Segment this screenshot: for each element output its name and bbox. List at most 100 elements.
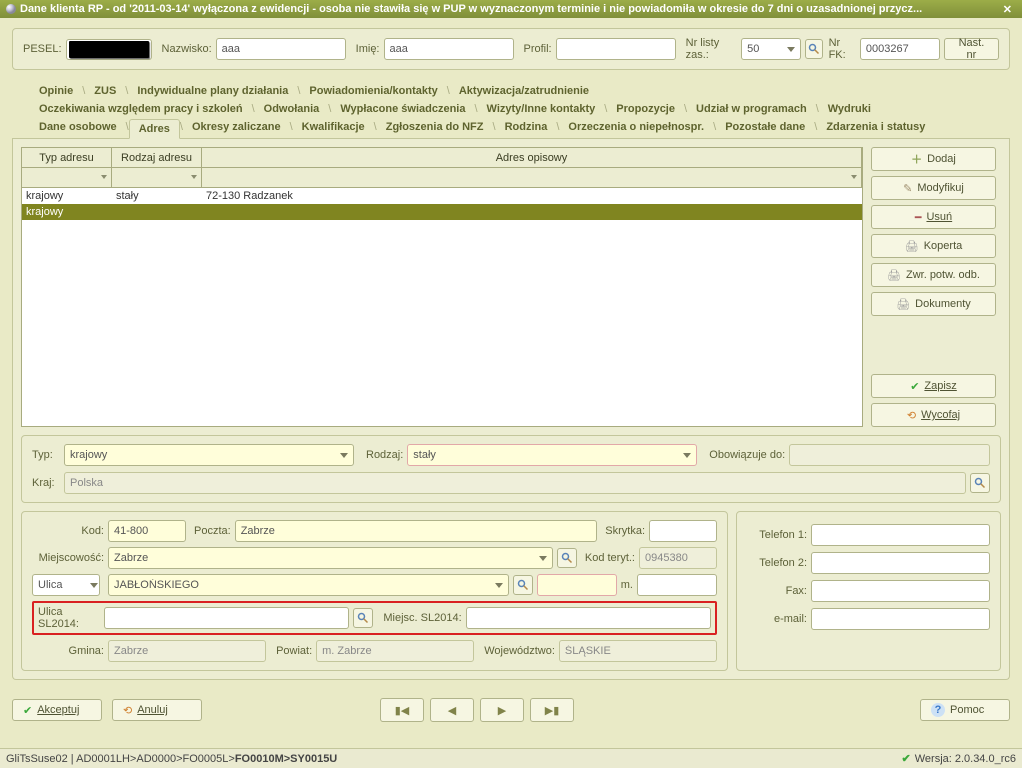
column-header[interactable]: Rodzaj adresu: [112, 148, 202, 168]
miejscowosc-label: Miejscowość:: [32, 552, 104, 564]
column-filter[interactable]: [22, 168, 112, 188]
tab-odwołania[interactable]: Odwołania: [255, 100, 329, 118]
kraj-field: [64, 472, 966, 494]
tab-wizyty-inne-kontakty[interactable]: Wizyty/Inne kontakty: [478, 100, 605, 118]
ulicasl-field[interactable]: [104, 607, 349, 629]
woj-label: Województwo:: [484, 645, 555, 657]
ulica-search-icon[interactable]: [513, 575, 533, 595]
nrlisty-label: Nr listy zas.:: [686, 37, 737, 61]
email-field[interactable]: [811, 608, 990, 630]
column-filter[interactable]: [112, 168, 202, 188]
miejscowosc-select[interactable]: [108, 547, 553, 569]
tab-udział-w-programach[interactable]: Udział w programach: [687, 100, 816, 118]
nav-prev-button[interactable]: ◀: [430, 698, 474, 722]
miejscowosc-search-icon[interactable]: [557, 548, 577, 568]
nrlisty-search-icon[interactable]: [805, 39, 822, 59]
gmina-label: Gmina:: [32, 645, 104, 657]
nav-first-button[interactable]: ▮◀: [380, 698, 424, 722]
tab-rodzina[interactable]: Rodzina: [496, 118, 557, 138]
pesel-field[interactable]: [69, 41, 149, 58]
type-panel: Typ: Rodzaj: Obowiązuje do: Kraj:: [21, 435, 1001, 503]
tabs-container: Opinie\ZUS\Indywidualne plany działania\…: [12, 82, 1010, 680]
m-field[interactable]: [637, 574, 717, 596]
tab-aktywizacja-zatrudnienie[interactable]: Aktywizacja/zatrudnienie: [450, 82, 598, 100]
kraj-search-icon[interactable]: [970, 473, 990, 493]
miejscsl-field[interactable]: [466, 607, 711, 629]
table-row[interactable]: krajowystały72-130 Radzanek: [22, 188, 862, 204]
kod-label: Kod:: [32, 525, 104, 537]
table-row[interactable]: krajowy: [22, 204, 862, 220]
nr-field[interactable]: [537, 574, 617, 596]
tab-dane-osobowe[interactable]: Dane osobowe: [30, 118, 126, 138]
tab-okresy-zaliczane[interactable]: Okresy zaliczane: [183, 118, 290, 138]
usun-button[interactable]: ━Usuń: [871, 205, 996, 229]
tab-kwalifikacje[interactable]: Kwalifikacje: [293, 118, 374, 138]
rodzaj-select[interactable]: [407, 444, 697, 466]
typ-select[interactable]: [64, 444, 354, 466]
zapisz-button[interactable]: ✔Zapisz: [871, 374, 996, 398]
address-table: Typ adresuRodzaj adresuAdres opisowy kra…: [21, 147, 863, 427]
modyfikuj-button[interactable]: ✎Modyfikuj: [871, 176, 996, 200]
kodteryt-field: [639, 547, 717, 569]
tab-pozostałe-dane[interactable]: Pozostałe dane: [716, 118, 814, 138]
typ-label: Typ:: [32, 449, 60, 461]
ulica-type-select[interactable]: [32, 574, 100, 596]
fax-field[interactable]: [811, 580, 990, 602]
powiat-label: Powiat:: [276, 645, 312, 657]
tab-powiadomienia-kontakty[interactable]: Powiadomienia/kontakty: [300, 82, 446, 100]
miejscsl-label: Miejsc. SL2014:: [383, 612, 461, 624]
tab-orzeczenia-o-niepełnospr-[interactable]: Orzeczenia o niepełnospr.: [559, 118, 713, 138]
powiat-field: [316, 640, 474, 662]
tab-oczekiwania-względem-pracy-i-szkoleń[interactable]: Oczekiwania względem pracy i szkoleń: [30, 100, 252, 118]
column-filter[interactable]: [202, 168, 862, 188]
footer-buttons: ✔Akceptuj ⟲Anuluj ▮◀ ◀ ▶ ▶▮ ?Pomoc: [0, 690, 1022, 730]
wycofaj-button[interactable]: ⟲Wycofaj: [871, 403, 996, 427]
close-icon[interactable]: ✕: [999, 3, 1016, 16]
dodaj-button[interactable]: ＋Dodaj: [871, 147, 996, 171]
zwr-button[interactable]: 🖨Zwr. potw. odb.: [871, 263, 996, 287]
tab-propozycje[interactable]: Propozycje: [607, 100, 684, 118]
nastnr-button[interactable]: Nast. nr: [944, 38, 999, 60]
column-header[interactable]: Adres opisowy: [202, 148, 862, 168]
nav-next-button[interactable]: ▶: [480, 698, 524, 722]
profil-label: Profil:: [524, 43, 552, 55]
rodzaj-label: Rodzaj:: [366, 449, 403, 461]
kod-field[interactable]: [108, 520, 186, 542]
imie-field[interactable]: [384, 38, 514, 60]
tab-zdarzenia-i-statusy[interactable]: Zdarzenia i statusy: [817, 118, 934, 138]
nrfk-field[interactable]: [860, 38, 940, 60]
window-title: Dane klienta RP - od '2011-03-14' wyłącz…: [20, 3, 999, 15]
column-header[interactable]: Typ adresu: [22, 148, 112, 168]
breadcrumb: GliTsSuse02 | AD0001LH>AD0000>FO0005L>FO…: [6, 753, 337, 765]
header-panel: PESEL: Nazwisko: Imię: Profil: Nr listy …: [12, 28, 1010, 70]
koperta-button[interactable]: 🖨Koperta: [871, 234, 996, 258]
gmina-field: [108, 640, 266, 662]
imie-label: Imię:: [356, 43, 380, 55]
akceptuj-button[interactable]: ✔Akceptuj: [12, 699, 102, 721]
nrlisty-field[interactable]: [741, 38, 801, 60]
nazwisko-field[interactable]: [216, 38, 346, 60]
obow-label: Obowiązuje do:: [709, 449, 785, 461]
tel1-field[interactable]: [811, 524, 990, 546]
fax-label: Fax:: [747, 585, 807, 597]
tab-wydruki[interactable]: Wydruki: [819, 100, 880, 118]
tab-zus[interactable]: ZUS: [85, 82, 125, 100]
tab-zgłoszenia-do-nfz[interactable]: Zgłoszenia do NFZ: [377, 118, 493, 138]
anuluj-button[interactable]: ⟲Anuluj: [112, 699, 202, 721]
tab-wypłacone-świadczenia[interactable]: Wypłacone świadczenia: [331, 100, 474, 118]
ulicasl-search-icon[interactable]: [353, 608, 373, 628]
poczta-field[interactable]: [235, 520, 598, 542]
dokumenty-button[interactable]: 🖨Dokumenty: [871, 292, 996, 316]
tab-adres[interactable]: Adres: [129, 119, 180, 139]
profil-field[interactable]: [556, 38, 676, 60]
ulica-select[interactable]: [108, 574, 509, 596]
obow-field: [789, 444, 990, 466]
nav-last-button[interactable]: ▶▮: [530, 698, 574, 722]
pomoc-button[interactable]: ?Pomoc: [920, 699, 1010, 721]
email-label: e-mail:: [747, 613, 807, 625]
skrytka-field[interactable]: [649, 520, 717, 542]
table-cell: 72-130 Radzanek: [202, 190, 862, 202]
tel2-field[interactable]: [811, 552, 990, 574]
tab-indywidualne-plany-działania[interactable]: Indywidualne plany działania: [128, 82, 297, 100]
tab-opinie[interactable]: Opinie: [30, 82, 82, 100]
